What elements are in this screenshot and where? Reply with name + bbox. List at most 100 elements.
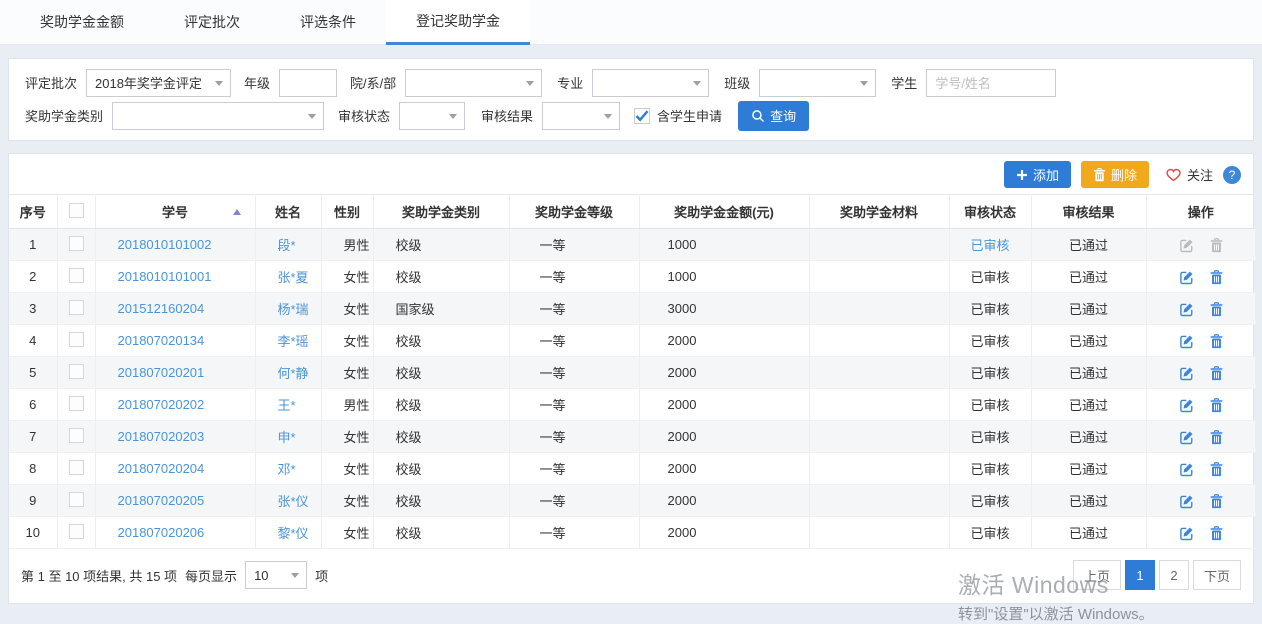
delete-row-button[interactable] — [1210, 526, 1223, 541]
tab-1[interactable]: 奖助学金金额 — [10, 0, 154, 45]
row-checkbox[interactable] — [69, 396, 84, 411]
class-select[interactable] — [759, 69, 876, 97]
cell-category: 校级 — [373, 453, 509, 485]
batch-select[interactable]: 2018年奖学金评定 — [86, 69, 231, 97]
student-id-link[interactable]: 201807020206 — [118, 525, 205, 540]
delete-row-button[interactable] — [1210, 366, 1223, 381]
row-checkbox[interactable] — [69, 236, 84, 251]
row-checkbox[interactable] — [69, 524, 84, 539]
student-id-link[interactable]: 201807020201 — [118, 365, 205, 380]
page-button-2[interactable]: 2 — [1159, 560, 1189, 590]
search-button[interactable]: 查询 — [738, 101, 809, 131]
cell-student-id: 201807020205 — [95, 485, 255, 517]
cell-amount: 2000 — [639, 453, 809, 485]
student-name-link[interactable]: 李*瑶 — [278, 334, 309, 349]
student-name-link[interactable]: 何*静 — [278, 366, 309, 381]
grade-input[interactable] — [279, 69, 337, 97]
major-select[interactable] — [592, 69, 709, 97]
student-id-link[interactable]: 201807020202 — [118, 397, 205, 412]
row-checkbox[interactable] — [69, 364, 84, 379]
edit-button[interactable] — [1179, 526, 1194, 541]
student-name-link[interactable]: 申* — [278, 430, 296, 445]
student-label: 学生 — [891, 73, 917, 92]
row-checkbox[interactable] — [69, 300, 84, 315]
student-id-link[interactable]: 201807020204 — [118, 461, 205, 476]
tab-2[interactable]: 评定批次 — [154, 0, 270, 45]
delete-row-button[interactable] — [1210, 270, 1223, 285]
cell-material — [809, 389, 949, 421]
student-name-link[interactable]: 杨*瑞 — [278, 302, 309, 317]
batch-label: 评定批次 — [25, 73, 77, 92]
per-page-suffix: 项 — [315, 566, 328, 585]
edit-button[interactable] — [1179, 302, 1194, 317]
delete-row-button[interactable] — [1210, 334, 1223, 349]
student-name-link[interactable]: 段* — [278, 238, 296, 253]
next-page-button[interactable]: 下页 — [1193, 560, 1241, 590]
table-row: 9201807020205张*仪女性校级一等2000已审核已通过 — [9, 485, 1255, 517]
help-button[interactable]: ? — [1223, 166, 1241, 184]
student-id-link[interactable]: 201807020205 — [118, 493, 205, 508]
select-all-checkbox[interactable] — [69, 203, 84, 218]
delete-button[interactable]: 删除 — [1081, 161, 1149, 188]
cell-gender: 男性 — [321, 389, 373, 421]
chevron-down-icon — [526, 81, 534, 86]
header-select-all — [57, 195, 95, 229]
edit-button[interactable] — [1179, 270, 1194, 285]
cell-actions — [1146, 485, 1255, 517]
student-name-link[interactable]: 邓* — [278, 462, 296, 477]
per-page-prefix: 每页显示 — [185, 566, 237, 585]
row-checkbox[interactable] — [69, 460, 84, 475]
edit-button[interactable] — [1179, 462, 1194, 477]
delete-row-button[interactable] — [1210, 302, 1223, 317]
student-name-link[interactable]: 张*夏 — [278, 270, 309, 285]
cell-level: 一等 — [509, 485, 639, 517]
cell-audit-status: 已审核 — [949, 389, 1031, 421]
student-id-link[interactable]: 201512160204 — [118, 301, 205, 316]
edit-button[interactable] — [1179, 430, 1194, 445]
audit-status-select[interactable] — [399, 102, 465, 130]
student-name-link[interactable]: 黎*仪 — [278, 526, 309, 541]
cell-select — [57, 453, 95, 485]
delete-row-button[interactable] — [1210, 462, 1223, 477]
row-checkbox[interactable] — [69, 332, 84, 347]
delete-row-button — [1210, 238, 1223, 253]
edit-button[interactable] — [1179, 334, 1194, 349]
edit-button[interactable] — [1179, 366, 1194, 381]
tab-3[interactable]: 评选条件 — [270, 0, 386, 45]
tab-4[interactable]: 登记奖助学金 — [386, 0, 530, 45]
student-name-link[interactable]: 王* — [278, 398, 296, 413]
cell-audit-result: 已通过 — [1031, 485, 1146, 517]
student-id-link[interactable]: 2018010101001 — [118, 269, 212, 284]
delete-row-button[interactable] — [1210, 494, 1223, 509]
scholarship-table: 序号学号姓名性别奖助学金类别奖助学金等级奖助学金金额(元)奖助学金材料审核状态审… — [9, 194, 1255, 549]
edit-button[interactable] — [1179, 398, 1194, 413]
cell-level: 一等 — [509, 453, 639, 485]
student-name-link[interactable]: 张*仪 — [278, 494, 309, 509]
header-student-id[interactable]: 学号 — [95, 195, 255, 229]
category-select[interactable] — [112, 102, 324, 130]
follow-button[interactable]: 关注 — [1165, 165, 1213, 184]
row-checkbox[interactable] — [69, 428, 84, 443]
edit-button[interactable] — [1179, 494, 1194, 509]
student-id-link[interactable]: 201807020203 — [118, 429, 205, 444]
audit-status-link[interactable]: 已审核 — [970, 238, 1009, 253]
per-page-select[interactable]: 10 — [245, 561, 307, 589]
prev-page-button[interactable]: 上页 — [1073, 560, 1121, 590]
delete-row-button[interactable] — [1210, 430, 1223, 445]
add-button[interactable]: 添加 — [1004, 161, 1071, 188]
chevron-down-icon — [449, 114, 457, 119]
table-header-row: 序号学号姓名性别奖助学金类别奖助学金等级奖助学金金额(元)奖助学金材料审核状态审… — [9, 195, 1255, 229]
student-id-link[interactable]: 2018010101002 — [118, 237, 212, 252]
row-checkbox[interactable] — [69, 492, 84, 507]
row-checkbox[interactable] — [69, 268, 84, 283]
page-button-1[interactable]: 1 — [1125, 560, 1155, 590]
cell-gender: 男性 — [321, 229, 373, 261]
student-input[interactable]: 学号/姓名 — [926, 69, 1056, 97]
include-student-checkbox[interactable] — [634, 108, 650, 124]
cell-amount: 3000 — [639, 293, 809, 325]
student-id-link[interactable]: 201807020134 — [118, 333, 205, 348]
delete-row-button[interactable] — [1210, 398, 1223, 413]
dept-select[interactable] — [405, 69, 542, 97]
audit-result-select[interactable] — [542, 102, 620, 130]
cell-index: 6 — [9, 389, 57, 421]
